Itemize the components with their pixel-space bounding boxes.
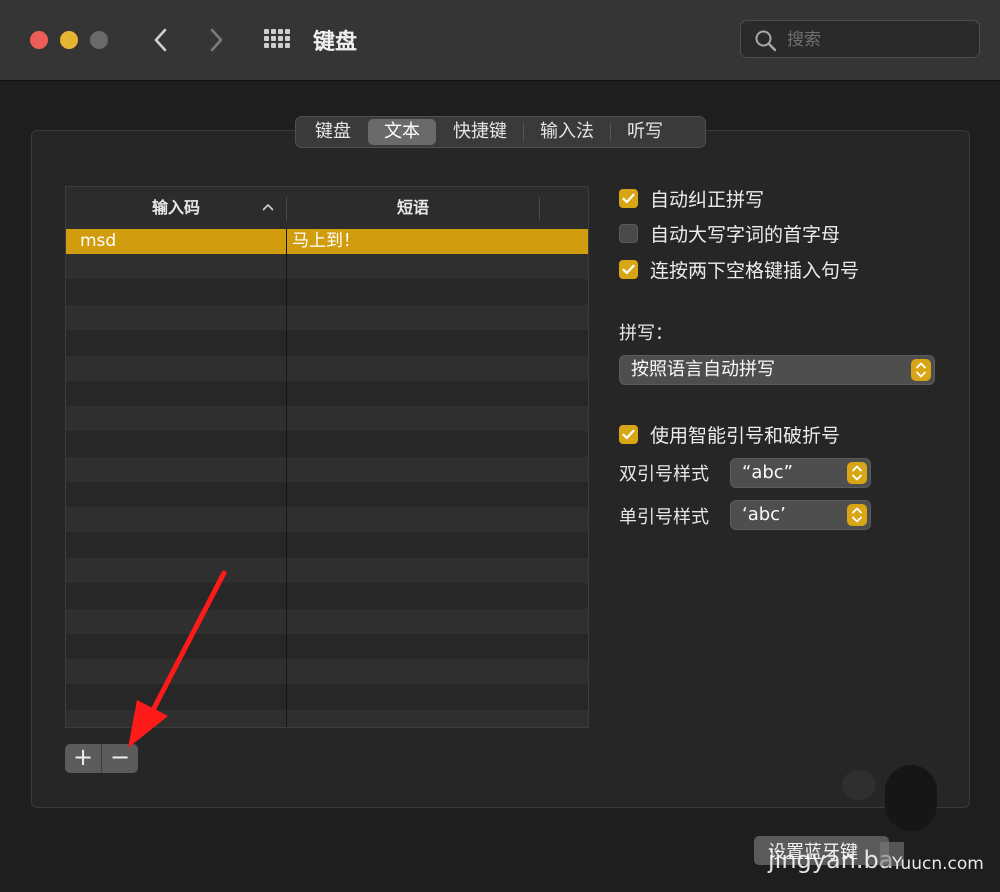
text-replacement-table[interactable]: 输入码 短语 msd 马上到！	[65, 186, 589, 728]
popup-stepper-icon	[847, 504, 867, 526]
table-row[interactable]	[66, 634, 588, 659]
table-row[interactable]	[66, 254, 588, 280]
table-row[interactable]	[66, 507, 588, 533]
table-row[interactable]	[66, 608, 588, 634]
autocorrect-checkbox[interactable]: 自动纠正拼写	[619, 186, 765, 211]
table-row[interactable]: msd 马上到！	[66, 229, 588, 254]
spelling-popup[interactable]: 按照语言自动拼写	[619, 355, 935, 385]
checkbox-box[interactable]	[619, 188, 638, 208]
table-controls: + −	[65, 744, 138, 773]
background-smudge	[842, 770, 876, 800]
forward-button[interactable]	[199, 22, 233, 58]
add-entry-button[interactable]: +	[65, 744, 101, 773]
column-header-phrase[interactable]: 短语	[287, 187, 539, 229]
table-row[interactable]	[66, 330, 588, 355]
column-line	[286, 229, 287, 727]
tab-shortcuts[interactable]: 快捷键	[437, 119, 523, 145]
tab-text[interactable]: 文本	[368, 119, 436, 145]
table-row[interactable]	[66, 304, 588, 330]
back-button[interactable]	[144, 22, 178, 58]
tab-dictation[interactable]: 听写	[611, 119, 679, 145]
double-quote-popup[interactable]: “abc”	[730, 458, 871, 488]
capitalize-words-checkbox[interactable]: 自动大写字词的首字母	[619, 221, 841, 246]
checkmark-icon	[622, 193, 635, 203]
zoom-window-button[interactable]	[90, 31, 108, 49]
checkbox-box[interactable]	[619, 424, 638, 444]
checkmark-icon	[622, 264, 635, 274]
double-space-period-checkbox[interactable]: 连按两下空格键插入句号	[619, 257, 860, 282]
close-window-button[interactable]	[30, 31, 48, 49]
background-smudge	[885, 765, 937, 831]
window-title: 键盘	[313, 30, 358, 55]
watermark-text: jingyan.ba	[768, 846, 894, 874]
single-quote-popup[interactable]: ‘abc’	[730, 500, 871, 530]
search-input[interactable]	[785, 27, 969, 53]
table-row[interactable]	[66, 583, 588, 608]
table-row[interactable]	[66, 406, 588, 432]
tab-bar: 键盘 文本 快捷键 输入法 听写	[295, 116, 706, 148]
table-row[interactable]	[66, 456, 588, 482]
search-field[interactable]	[740, 20, 980, 58]
popup-stepper-icon	[911, 359, 931, 381]
smart-quotes-checkbox[interactable]: 使用智能引号和破折号	[619, 422, 841, 447]
table-row[interactable]	[66, 684, 588, 709]
popup-value: ‘abc’	[742, 504, 786, 525]
column-divider	[539, 197, 540, 221]
show-all-button[interactable]	[262, 27, 292, 51]
checkbox-label: 自动纠正拼写	[650, 188, 765, 211]
title-bar: 键盘	[0, 0, 1000, 81]
popup-value: 按照语言自动拼写	[631, 359, 775, 380]
tab-input-sources[interactable]: 输入法	[524, 119, 610, 145]
table-row[interactable]	[66, 533, 588, 558]
table-header: 输入码 短语	[66, 187, 588, 230]
search-icon	[755, 30, 777, 52]
table-row[interactable]	[66, 280, 588, 305]
popup-value: “abc”	[742, 462, 794, 483]
remove-entry-button[interactable]: −	[102, 744, 138, 773]
checkmark-icon	[622, 429, 635, 439]
checkbox-label: 连按两下空格键插入句号	[650, 259, 860, 282]
table-row[interactable]	[66, 355, 588, 381]
table-row[interactable]	[66, 431, 588, 456]
minimize-window-button[interactable]	[60, 31, 78, 49]
double-quote-label: 双引号样式	[619, 464, 709, 485]
checkbox-label: 使用智能引号和破折号	[650, 424, 841, 447]
table-row[interactable]	[66, 557, 588, 583]
back-chevron-icon	[154, 28, 167, 52]
checkbox-box[interactable]	[619, 259, 638, 279]
column-header-input[interactable]: 输入码	[66, 187, 286, 229]
popup-stepper-icon	[847, 462, 867, 484]
single-quote-label: 单引号样式	[619, 507, 709, 528]
table-row[interactable]	[66, 381, 588, 406]
checkbox-box[interactable]	[619, 223, 638, 243]
input-cell: msd	[80, 231, 117, 251]
watermark-text: Yuucn.com	[892, 854, 984, 874]
sort-ascending-icon	[262, 204, 274, 211]
spelling-label: 拼写：	[619, 323, 673, 344]
tab-keyboard[interactable]: 键盘	[299, 119, 367, 145]
forward-chevron-icon	[210, 28, 223, 52]
table-row[interactable]	[66, 482, 588, 507]
table-row[interactable]	[66, 659, 588, 685]
table-row[interactable]	[66, 709, 588, 727]
phrase-cell: 马上到！	[292, 231, 360, 251]
checkbox-label: 自动大写字词的首字母	[650, 223, 841, 246]
